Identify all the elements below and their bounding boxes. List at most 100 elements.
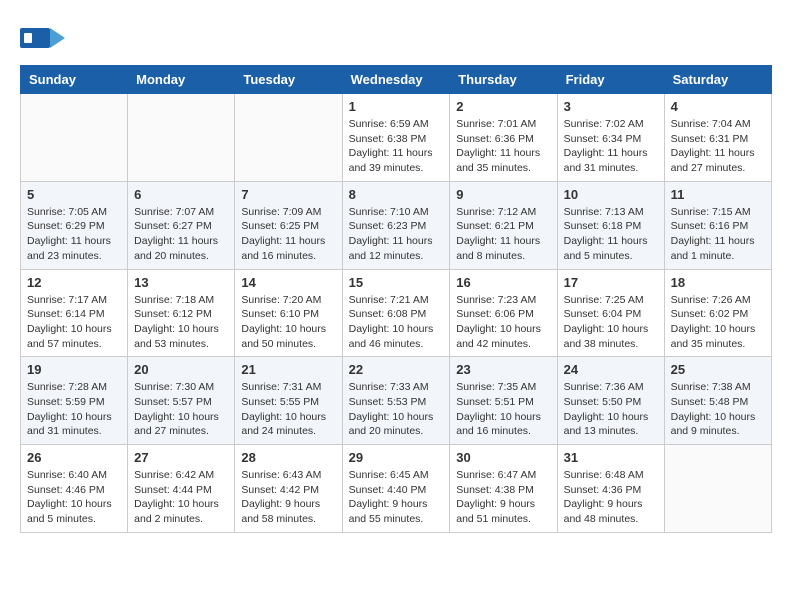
calendar-cell: 16 Sunrise: 7:23 AM Sunset: 6:06 PM Dayli… xyxy=(450,269,557,357)
calendar-cell: 9 Sunrise: 7:12 AM Sunset: 6:21 PM Daylig… xyxy=(450,181,557,269)
day-info: Sunrise: 7:15 AM Sunset: 6:16 PM Dayligh… xyxy=(671,205,765,264)
calendar-cell: 26Sunrise: 6:40 AM Sunset: 4:46 PM Dayli… xyxy=(21,445,128,533)
calendar-cell: 6 Sunrise: 7:07 AM Sunset: 6:27 PM Daylig… xyxy=(128,181,235,269)
day-number: 30 xyxy=(456,450,550,465)
day-number: 12 xyxy=(27,275,121,290)
calendar-cell: 18Sunrise: 7:26 AM Sunset: 6:02 PM Dayli… xyxy=(664,269,771,357)
calendar-cell: 17Sunrise: 7:25 AM Sunset: 6:04 PM Dayli… xyxy=(557,269,664,357)
day-number: 9 xyxy=(456,187,550,202)
calendar-cell: 2Sunrise: 7:01 AM Sunset: 6:36 PM Daylig… xyxy=(450,94,557,182)
day-number: 1 xyxy=(349,99,444,114)
day-info: Sunrise: 7:33 AM Sunset: 5:53 PM Dayligh… xyxy=(349,380,444,439)
day-number: 24 xyxy=(564,362,658,377)
calendar-header-friday: Friday xyxy=(557,66,664,94)
calendar-cell xyxy=(128,94,235,182)
day-number: 13 xyxy=(134,275,228,290)
calendar-header-wednesday: Wednesday xyxy=(342,66,450,94)
calendar-header-sunday: Sunday xyxy=(21,66,128,94)
calendar-cell: 8 Sunrise: 7:10 AM Sunset: 6:23 PM Daylig… xyxy=(342,181,450,269)
calendar-cell: 15 Sunrise: 7:21 AM Sunset: 6:08 PM Dayli… xyxy=(342,269,450,357)
day-info: Sunrise: 7:31 AM Sunset: 5:55 PM Dayligh… xyxy=(241,380,335,439)
calendar-header-thursday: Thursday xyxy=(450,66,557,94)
day-number: 22 xyxy=(349,362,444,377)
calendar-cell: 1 Sunrise: 6:59 AM Sunset: 6:38 PM Daylig… xyxy=(342,94,450,182)
day-info: Sunrise: 7:02 AM Sunset: 6:34 PM Dayligh… xyxy=(564,117,658,176)
calendar-week-row: 12Sunrise: 7:17 AM Sunset: 6:14 PM Dayli… xyxy=(21,269,772,357)
day-info: Sunrise: 6:42 AM Sunset: 4:44 PM Dayligh… xyxy=(134,468,228,527)
day-info: Sunrise: 7:10 AM Sunset: 6:23 PM Dayligh… xyxy=(349,205,444,264)
calendar-header-monday: Monday xyxy=(128,66,235,94)
calendar-header-tuesday: Tuesday xyxy=(235,66,342,94)
day-number: 5 xyxy=(27,187,121,202)
calendar-header-row: SundayMondayTuesdayWednesdayThursdayFrid… xyxy=(21,66,772,94)
calendar-cell: 25 Sunrise: 7:38 AM Sunset: 5:48 PM Dayli… xyxy=(664,357,771,445)
calendar-cell: 28 Sunrise: 6:43 AM Sunset: 4:42 PM Dayli… xyxy=(235,445,342,533)
day-info: Sunrise: 7:38 AM Sunset: 5:48 PM Dayligh… xyxy=(671,380,765,439)
calendar-cell: 12Sunrise: 7:17 AM Sunset: 6:14 PM Dayli… xyxy=(21,269,128,357)
day-info: Sunrise: 6:43 AM Sunset: 4:42 PM Dayligh… xyxy=(241,468,335,527)
calendar-cell: 3 Sunrise: 7:02 AM Sunset: 6:34 PM Daylig… xyxy=(557,94,664,182)
day-info: Sunrise: 7:30 AM Sunset: 5:57 PM Dayligh… xyxy=(134,380,228,439)
calendar-cell: 21 Sunrise: 7:31 AM Sunset: 5:55 PM Dayli… xyxy=(235,357,342,445)
day-info: Sunrise: 7:21 AM Sunset: 6:08 PM Dayligh… xyxy=(349,293,444,352)
calendar-cell: 27 Sunrise: 6:42 AM Sunset: 4:44 PM Dayli… xyxy=(128,445,235,533)
day-info: Sunrise: 7:04 AM Sunset: 6:31 PM Dayligh… xyxy=(671,117,765,176)
calendar-cell: 30 Sunrise: 6:47 AM Sunset: 4:38 PM Dayli… xyxy=(450,445,557,533)
day-number: 27 xyxy=(134,450,228,465)
calendar-cell: 29 Sunrise: 6:45 AM Sunset: 4:40 PM Dayli… xyxy=(342,445,450,533)
calendar-cell xyxy=(235,94,342,182)
day-info: Sunrise: 6:40 AM Sunset: 4:46 PM Dayligh… xyxy=(27,468,121,527)
calendar-cell: 7Sunrise: 7:09 AM Sunset: 6:25 PM Daylig… xyxy=(235,181,342,269)
day-number: 20 xyxy=(134,362,228,377)
day-info: Sunrise: 7:36 AM Sunset: 5:50 PM Dayligh… xyxy=(564,380,658,439)
calendar-week-row: 1 Sunrise: 6:59 AM Sunset: 6:38 PM Daylig… xyxy=(21,94,772,182)
calendar-week-row: 5 Sunrise: 7:05 AM Sunset: 6:29 PM Daylig… xyxy=(21,181,772,269)
calendar-cell: 5 Sunrise: 7:05 AM Sunset: 6:29 PM Daylig… xyxy=(21,181,128,269)
day-number: 16 xyxy=(456,275,550,290)
calendar-table: SundayMondayTuesdayWednesdayThursdayFrid… xyxy=(20,65,772,533)
day-number: 25 xyxy=(671,362,765,377)
day-info: Sunrise: 7:09 AM Sunset: 6:25 PM Dayligh… xyxy=(241,205,335,264)
calendar-cell: 31Sunrise: 6:48 AM Sunset: 4:36 PM Dayli… xyxy=(557,445,664,533)
day-info: Sunrise: 7:07 AM Sunset: 6:27 PM Dayligh… xyxy=(134,205,228,264)
day-number: 29 xyxy=(349,450,444,465)
calendar-cell: 13Sunrise: 7:18 AM Sunset: 6:12 PM Dayli… xyxy=(128,269,235,357)
day-number: 8 xyxy=(349,187,444,202)
day-number: 11 xyxy=(671,187,765,202)
day-info: Sunrise: 7:28 AM Sunset: 5:59 PM Dayligh… xyxy=(27,380,121,439)
day-number: 21 xyxy=(241,362,335,377)
day-info: Sunrise: 7:01 AM Sunset: 6:36 PM Dayligh… xyxy=(456,117,550,176)
calendar-cell xyxy=(664,445,771,533)
day-number: 18 xyxy=(671,275,765,290)
calendar-cell: 10 Sunrise: 7:13 AM Sunset: 6:18 PM Dayli… xyxy=(557,181,664,269)
day-info: Sunrise: 6:59 AM Sunset: 6:38 PM Dayligh… xyxy=(349,117,444,176)
day-number: 17 xyxy=(564,275,658,290)
calendar-cell: 14Sunrise: 7:20 AM Sunset: 6:10 PM Dayli… xyxy=(235,269,342,357)
calendar-cell: 4 Sunrise: 7:04 AM Sunset: 6:31 PM Daylig… xyxy=(664,94,771,182)
day-info: Sunrise: 7:23 AM Sunset: 6:06 PM Dayligh… xyxy=(456,293,550,352)
day-info: Sunrise: 7:05 AM Sunset: 6:29 PM Dayligh… xyxy=(27,205,121,264)
calendar-week-row: 26Sunrise: 6:40 AM Sunset: 4:46 PM Dayli… xyxy=(21,445,772,533)
calendar-cell xyxy=(21,94,128,182)
calendar-cell: 19Sunrise: 7:28 AM Sunset: 5:59 PM Dayli… xyxy=(21,357,128,445)
day-number: 23 xyxy=(456,362,550,377)
calendar-cell: 20 Sunrise: 7:30 AM Sunset: 5:57 PM Dayli… xyxy=(128,357,235,445)
calendar-week-row: 19Sunrise: 7:28 AM Sunset: 5:59 PM Dayli… xyxy=(21,357,772,445)
day-number: 28 xyxy=(241,450,335,465)
calendar-cell: 11 Sunrise: 7:15 AM Sunset: 6:16 PM Dayli… xyxy=(664,181,771,269)
day-info: Sunrise: 7:35 AM Sunset: 5:51 PM Dayligh… xyxy=(456,380,550,439)
day-info: Sunrise: 6:48 AM Sunset: 4:36 PM Dayligh… xyxy=(564,468,658,527)
calendar-header-saturday: Saturday xyxy=(664,66,771,94)
logo-icon xyxy=(20,20,65,55)
day-number: 3 xyxy=(564,99,658,114)
day-info: Sunrise: 7:13 AM Sunset: 6:18 PM Dayligh… xyxy=(564,205,658,264)
day-number: 4 xyxy=(671,99,765,114)
day-number: 14 xyxy=(241,275,335,290)
day-number: 10 xyxy=(564,187,658,202)
page-header xyxy=(20,20,772,55)
day-info: Sunrise: 7:12 AM Sunset: 6:21 PM Dayligh… xyxy=(456,205,550,264)
day-info: Sunrise: 6:47 AM Sunset: 4:38 PM Dayligh… xyxy=(456,468,550,527)
day-number: 6 xyxy=(134,187,228,202)
day-number: 15 xyxy=(349,275,444,290)
day-info: Sunrise: 6:45 AM Sunset: 4:40 PM Dayligh… xyxy=(349,468,444,527)
